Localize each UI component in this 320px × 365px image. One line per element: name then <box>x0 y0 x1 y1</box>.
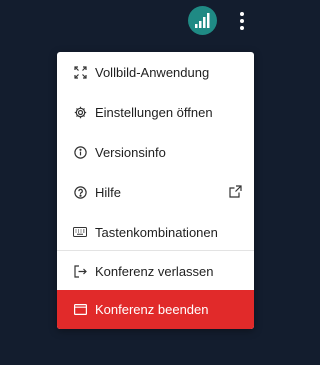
keyboard-icon <box>73 225 87 239</box>
menu-item-settings[interactable]: Einstellungen öffnen <box>57 92 254 132</box>
menu-item-leave-conference[interactable]: Konferenz verlassen <box>57 251 254 291</box>
leave-icon <box>73 264 87 278</box>
end-conference-icon <box>73 303 87 317</box>
menu-item-label: Vollbild-Anwendung <box>95 64 210 80</box>
top-bar <box>0 0 271 40</box>
menu-item-end-conference[interactable]: Konferenz beenden <box>57 290 254 329</box>
more-vertical-icon <box>240 12 244 16</box>
menu-item-version-info[interactable]: Versionsinfo <box>57 132 254 172</box>
connection-status-button[interactable] <box>188 6 217 35</box>
menu-item-label: Versionsinfo <box>95 144 166 160</box>
menu-item-label: Einstellungen öffnen <box>95 104 213 120</box>
info-icon <box>73 145 87 159</box>
menu-item-help[interactable]: Hilfe <box>57 172 254 212</box>
fullscreen-icon <box>73 65 87 79</box>
settings-gear-icon <box>73 105 87 119</box>
overflow-menu: Vollbild-Anwendung Einstellungen öffnen … <box>57 52 254 329</box>
more-options-button[interactable] <box>234 8 250 34</box>
menu-item-label: Tastenkombinationen <box>95 224 218 240</box>
menu-item-fullscreen[interactable]: Vollbild-Anwendung <box>57 52 254 92</box>
menu-item-label: Hilfe <box>95 184 122 200</box>
menu-item-keyboard-shortcuts[interactable]: Tastenkombinationen <box>57 212 254 252</box>
help-icon <box>73 185 87 199</box>
menu-item-label: Konferenz beenden <box>95 302 209 317</box>
menu-item-label: Konferenz verlassen <box>95 263 214 279</box>
external-link-icon <box>229 185 242 201</box>
signal-bars-icon <box>195 13 210 28</box>
